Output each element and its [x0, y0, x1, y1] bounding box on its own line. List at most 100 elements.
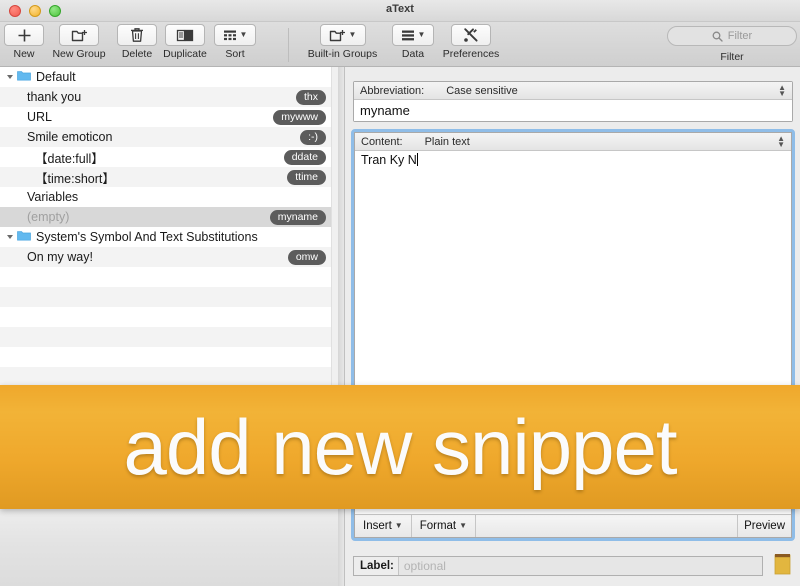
- toolbar-button-sort[interactable]: ▼ Sort: [214, 24, 256, 60]
- abbreviation-badge: thx: [295, 89, 326, 105]
- empty-row[interactable]: [0, 367, 338, 387]
- abbreviation-box: Abbreviation: Case sensitive ▲ ▼ myname: [353, 81, 793, 122]
- folder-icon: [17, 230, 31, 244]
- trash-icon: [117, 24, 157, 46]
- toolbar-button-data[interactable]: ▼ Data: [392, 24, 434, 60]
- toolbar-label-new: New: [13, 48, 35, 60]
- snippet-label: On my way!: [27, 250, 93, 264]
- annotation-banner-text: add new snippet: [123, 402, 677, 491]
- snippet-label: URL: [27, 110, 53, 124]
- toolbar-button-built-in-groups[interactable]: ▼ Built-in Groups: [295, 24, 390, 60]
- snippet-label: thank you: [27, 90, 82, 104]
- abbreviation-badge: ttime: [287, 169, 326, 185]
- preview-button[interactable]: Preview: [737, 515, 791, 537]
- toolbar-button-preferences[interactable]: Preferences: [436, 24, 506, 60]
- snippet-label: Default: [36, 70, 76, 84]
- duplicate-icon: [165, 24, 205, 46]
- toolbar-label-preferences: Preferences: [442, 48, 500, 60]
- toolbar-label-delete: Delete: [121, 48, 153, 60]
- toolbar-button-delete[interactable]: Delete: [114, 24, 160, 60]
- chevron-down-icon: ▼: [459, 521, 468, 530]
- disclosure-triangle-icon[interactable]: [7, 75, 13, 79]
- abbreviation-input[interactable]: myname: [354, 100, 792, 121]
- folder-icon: [17, 70, 31, 84]
- insert-label: Insert: [363, 520, 392, 532]
- disclosure-triangle-icon[interactable]: [7, 235, 13, 239]
- atext-window: aText New New Group Delete Duplicate ▼ S…: [0, 0, 800, 586]
- abbreviation-badge: mywww: [273, 109, 326, 125]
- abbreviation-badge: ddate: [283, 149, 326, 165]
- content-mode-popup[interactable]: Plain text: [425, 136, 470, 148]
- toolbar-label-built-in-groups: Built-in Groups: [307, 48, 378, 60]
- abbreviation-mode-popup[interactable]: Case sensitive: [446, 85, 518, 97]
- filter-caption: Filter: [720, 51, 744, 63]
- content-toolbar: Insert ▼ Format ▼ Preview: [355, 514, 791, 537]
- snippet-label: Variables: [27, 190, 79, 204]
- plus-icon: [4, 24, 44, 46]
- data-lines-icon: ▼: [392, 24, 434, 46]
- snippet-label: System's Symbol And Text Substitutions: [36, 230, 258, 244]
- empty-row[interactable]: [0, 287, 338, 307]
- toolbar-separator: [288, 28, 289, 62]
- text-caret: [416, 153, 418, 166]
- chevron-down-icon: ▼: [239, 30, 248, 39]
- insert-menu-button[interactable]: Insert ▼: [355, 515, 412, 537]
- notepad-icon[interactable]: [773, 552, 793, 581]
- tools-icon: [451, 24, 491, 46]
- toolbar-label-duplicate: Duplicate: [163, 48, 207, 60]
- content-textarea[interactable]: Tran Ky N: [355, 151, 791, 167]
- search-input[interactable]: Filter: [667, 26, 797, 46]
- toolbar: New New Group Delete Duplicate ▼ Sort ▼ …: [0, 22, 800, 67]
- content-value: Tran Ky N: [361, 153, 417, 167]
- snippet-row[interactable]: thank you thx: [0, 87, 338, 107]
- abbreviation-badge: omw: [287, 249, 326, 265]
- empty-row[interactable]: [0, 347, 338, 367]
- toolbar-button-new-group[interactable]: New Group: [48, 24, 110, 60]
- abbreviation-badge: myname: [269, 209, 326, 225]
- snippet-label: (empty): [27, 210, 70, 224]
- new-folder-icon: [59, 24, 99, 46]
- stepper-icon[interactable]: ▲ ▼: [778, 84, 786, 98]
- abbreviation-label: Abbreviation:: [360, 84, 425, 97]
- label-placeholder: optional: [403, 559, 446, 573]
- label-row: Label: optional: [353, 553, 793, 577]
- toolbar-button-duplicate[interactable]: Duplicate: [158, 24, 212, 60]
- snippet-row[interactable]: 【time:short】 ttime: [0, 167, 338, 187]
- search-icon: [712, 31, 723, 42]
- chevron-down-icon: ▼: [417, 30, 426, 39]
- snippet-row[interactable]: Smile emoticon:-): [0, 127, 338, 147]
- new-folder-icon: ▼: [319, 24, 366, 46]
- content-header: Content: Plain text ▲ ▼: [355, 133, 791, 151]
- format-menu-button[interactable]: Format ▼: [412, 515, 477, 537]
- stepper-icon[interactable]: ▲ ▼: [777, 135, 785, 149]
- snippet-label: Smile emoticon: [27, 130, 113, 144]
- snippet-row[interactable]: On my way! omw: [0, 247, 338, 267]
- format-label: Format: [419, 520, 457, 532]
- label-input[interactable]: Label: optional: [353, 556, 763, 576]
- snippet-row[interactable]: URL mywww: [0, 107, 338, 127]
- snippet-row[interactable]: Variables: [0, 187, 338, 207]
- annotation-banner: add new snippet: [0, 385, 800, 509]
- empty-row[interactable]: [0, 327, 338, 347]
- window-title: aText: [386, 3, 414, 15]
- search-placeholder: Filter: [727, 30, 753, 42]
- toolbar-label-new-group: New Group: [52, 48, 106, 60]
- label-caption: Label:: [354, 557, 399, 575]
- toolbar-label-sort: Sort: [225, 48, 245, 60]
- sidebar-bottom-chrome: [0, 509, 338, 586]
- snippet-row[interactable]: (empty) myname: [0, 207, 338, 227]
- chevron-down-icon: ▼: [394, 521, 403, 530]
- title-bar: aText: [0, 0, 800, 22]
- chevron-down-icon: ▼: [348, 30, 357, 39]
- abbreviation-header: Abbreviation: Case sensitive ▲ ▼: [354, 82, 792, 100]
- sort-grid-icon: ▼: [214, 24, 256, 46]
- snippet-label: 【date:full】: [35, 151, 104, 166]
- group-row[interactable]: System's Symbol And Text Substitutions: [0, 227, 338, 247]
- snippet-row[interactable]: 【date:full】 ddate: [0, 147, 338, 167]
- toolbar-label-data: Data: [401, 48, 425, 60]
- empty-row[interactable]: [0, 267, 338, 287]
- empty-row[interactable]: [0, 307, 338, 327]
- content-label: Content:: [361, 135, 403, 148]
- group-row[interactable]: Default: [0, 67, 338, 87]
- toolbar-button-new[interactable]: New: [4, 24, 44, 60]
